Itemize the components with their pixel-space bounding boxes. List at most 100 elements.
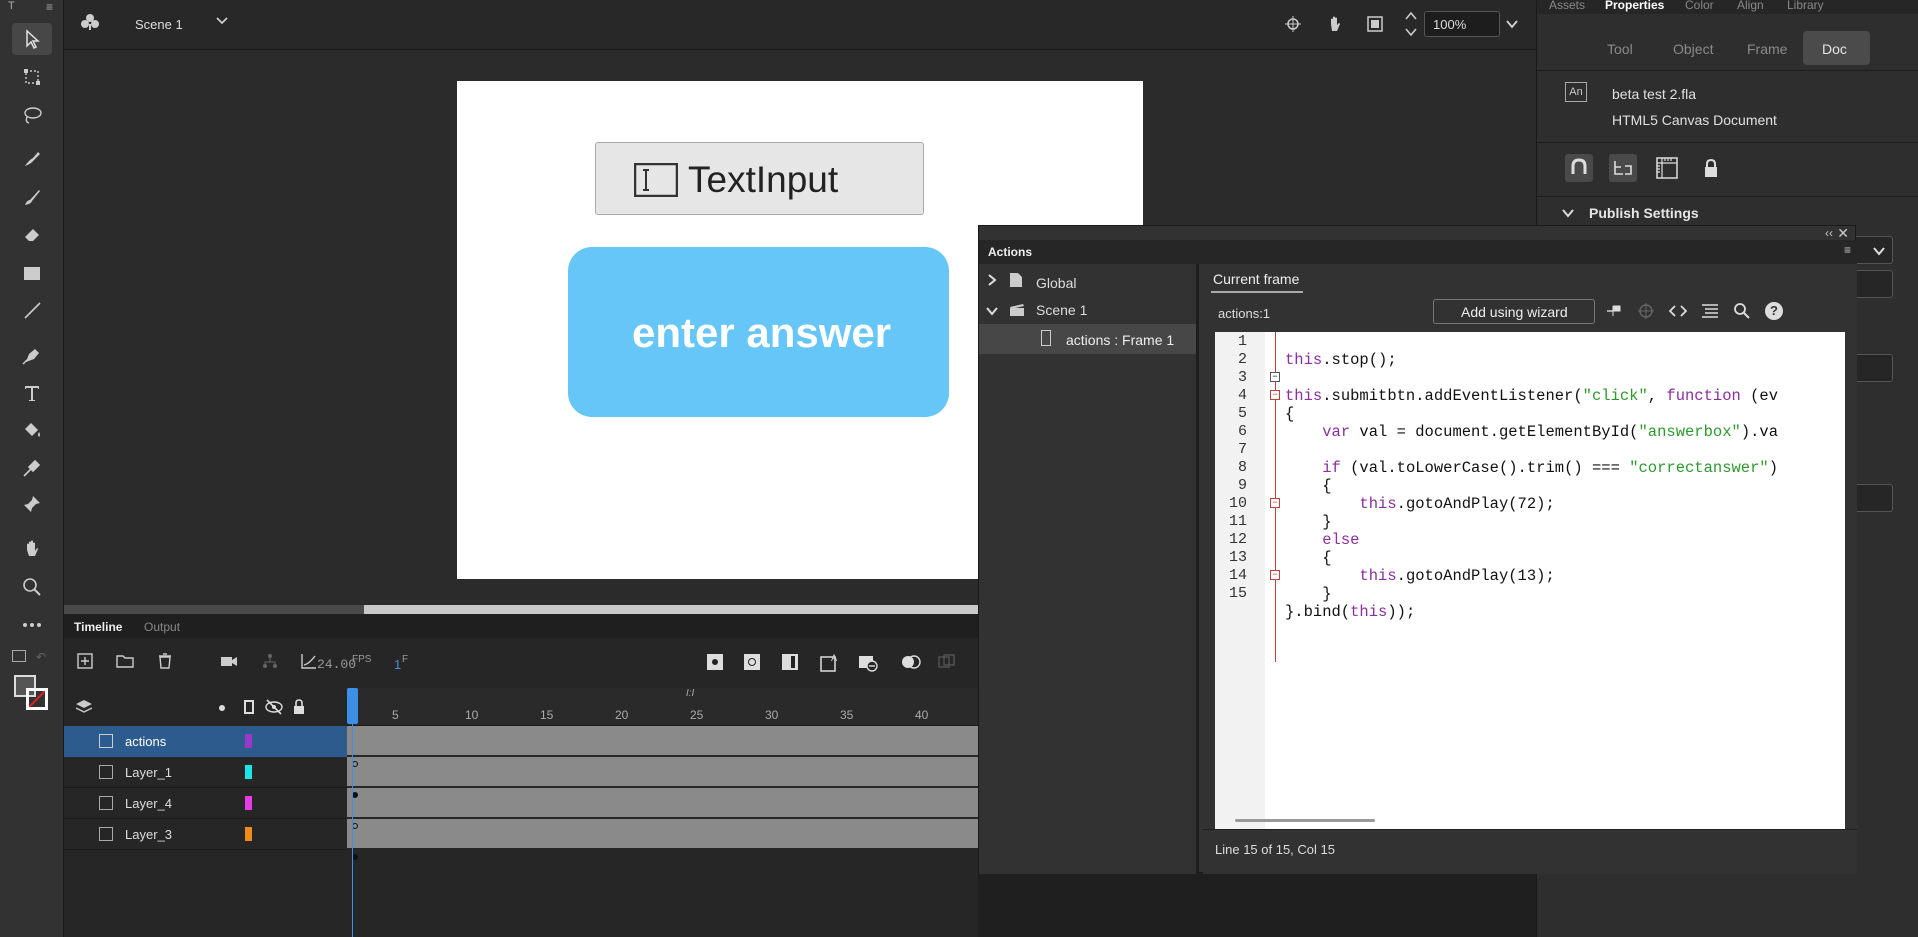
line-tool-icon[interactable] [12,294,52,326]
help-icon[interactable]: ? [1765,302,1783,320]
tab-current-frame[interactable]: Current frame [1213,271,1299,287]
new-folder-icon[interactable] [115,652,135,670]
scene-dropdown-icon[interactable] [214,12,230,28]
insert-blank-keyframe-icon[interactable] [744,654,760,670]
tab-assets[interactable]: Assets [1549,0,1585,12]
collapse-panel-icon[interactable]: ‹‹ [1825,226,1833,240]
global-node[interactable]: Global [1036,275,1076,291]
fold-toggle-icon[interactable]: − [1270,570,1280,580]
layer-row[interactable]: actions [64,726,347,757]
selection-tool-icon[interactable] [12,23,52,55]
layer-color-swatch[interactable] [245,827,252,841]
chevron-right-icon[interactable] [987,273,997,287]
lasso-tool-icon[interactable] [12,99,52,131]
new-layer-icon[interactable] [76,652,94,670]
paint-brush-tool-icon[interactable] [12,181,52,213]
subtab-tool[interactable]: Tool [1607,41,1633,57]
delete-layer-icon[interactable] [156,652,174,670]
add-using-wizard-button[interactable]: Add using wizard [1433,299,1595,324]
code-snippets-icon[interactable] [1668,302,1688,320]
eyedropper-tool-icon[interactable] [12,452,52,484]
swap-colors-icon[interactable] [12,650,26,662]
auto-keyframe-icon[interactable]: A [820,652,840,672]
outline-icon[interactable] [244,700,254,714]
zoom-input[interactable]: 100% [1424,11,1500,37]
rotate-stage-icon[interactable] [1325,14,1345,34]
tab-properties[interactable]: Properties [1605,0,1664,12]
pen-tool-icon[interactable] [12,339,52,371]
free-transform-tool-icon[interactable] [12,61,52,93]
layer-color-swatch[interactable] [245,796,252,810]
find-icon[interactable] [1733,302,1751,320]
fold-toggle-icon[interactable]: − [1270,372,1280,382]
tab-align[interactable]: Align [1737,0,1764,12]
layer-row[interactable]: Layer_4 [64,788,347,819]
layer-name[interactable]: actions [125,734,166,749]
fill-color-swatch[interactable] [26,688,48,710]
delete-frame-icon[interactable] [858,652,878,672]
panel-menu-icon[interactable]: ≡ [1844,243,1851,257]
clip-content-icon[interactable] [1366,15,1384,33]
tab-output[interactable]: Output [144,620,180,634]
onion-skin-icon[interactable] [900,654,922,670]
lock-all-icon[interactable] [291,698,307,716]
lock-icon[interactable] [1697,154,1725,182]
insert-keyframe-icon[interactable] [707,654,723,670]
layer-row[interactable]: Layer_3 [64,819,347,850]
show-layer-dot-icon[interactable] [219,705,225,711]
fps-value[interactable]: 24.00 [317,657,356,672]
scene-node[interactable]: Scene 1 [1036,302,1087,318]
layer-depth-icon[interactable] [1609,154,1637,182]
rectangle-tool-icon[interactable] [12,257,52,289]
text-input-component[interactable]: TextInput [595,142,924,215]
subtab-frame[interactable]: Frame [1747,41,1787,57]
layer-row[interactable]: Layer_1 [64,757,347,788]
tab-color[interactable]: Color [1685,0,1714,12]
insert-frame-icon[interactable] [782,654,798,670]
current-frame[interactable]: 1 [394,657,401,672]
layer-color-swatch[interactable] [245,765,252,779]
default-colors-icon[interactable]: ↶ [36,650,48,664]
format-code-icon[interactable] [1701,302,1719,320]
layer-color-swatch[interactable] [245,734,252,748]
graph-icon[interactable] [300,652,318,670]
hide-all-icon[interactable] [264,698,284,716]
tab-library[interactable]: Library [1787,0,1824,12]
tab-timeline[interactable]: Timeline [74,620,122,634]
fold-toggle-icon[interactable]: − [1270,498,1280,508]
magnet-icon[interactable] [1565,154,1593,182]
frame-ruler[interactable]: I:I 5 10 15 20 25 30 35 40 [347,688,978,726]
layers-icon[interactable] [75,698,93,716]
layer-name[interactable]: Layer_3 [125,827,172,842]
submit-button-symbol[interactable]: enter answer [568,247,949,417]
frame-track[interactable] [347,788,978,817]
zoom-tool-icon[interactable] [12,571,52,603]
pin-script-icon[interactable] [1605,302,1623,320]
pin-tool-icon[interactable] [12,488,52,520]
playhead[interactable] [347,688,358,724]
snap-icon[interactable] [1284,15,1302,33]
frame-track[interactable] [347,757,978,786]
text-tool-icon[interactable] [12,377,52,409]
paint-bucket-tool-icon[interactable] [12,414,52,446]
fold-toggle-icon[interactable]: − [1270,390,1280,400]
zoom-dropdown-icon[interactable] [1504,16,1520,32]
frame-track[interactable] [347,726,978,755]
zoom-stepper-icon[interactable] [1404,9,1418,39]
subtab-doc[interactable]: Doc [1803,31,1870,65]
fluid-brush-tool-icon[interactable] [12,143,52,175]
publish-settings-header[interactable]: Publish Settings [1589,205,1699,221]
chevron-down-icon[interactable] [985,304,999,316]
frame-track[interactable] [347,819,978,848]
more-tools-icon[interactable] [12,609,52,641]
code-editor[interactable]: 1 2 3 4 5 6 7 8 9 10 11 12 13 14 15 − − … [1215,332,1845,829]
subtab-object[interactable]: Object [1673,41,1713,57]
eraser-tool-icon[interactable] [12,218,52,250]
ruler-icon[interactable] [1653,154,1681,182]
tools-menu-icon[interactable]: ≡ [46,0,53,14]
layer-name[interactable]: Layer_1 [125,765,172,780]
chevron-down-icon[interactable] [1561,206,1575,220]
hand-tool-icon[interactable] [12,533,52,565]
camera-icon[interactable] [219,652,239,670]
editor-horizontal-scrollbar[interactable] [1235,819,1375,822]
